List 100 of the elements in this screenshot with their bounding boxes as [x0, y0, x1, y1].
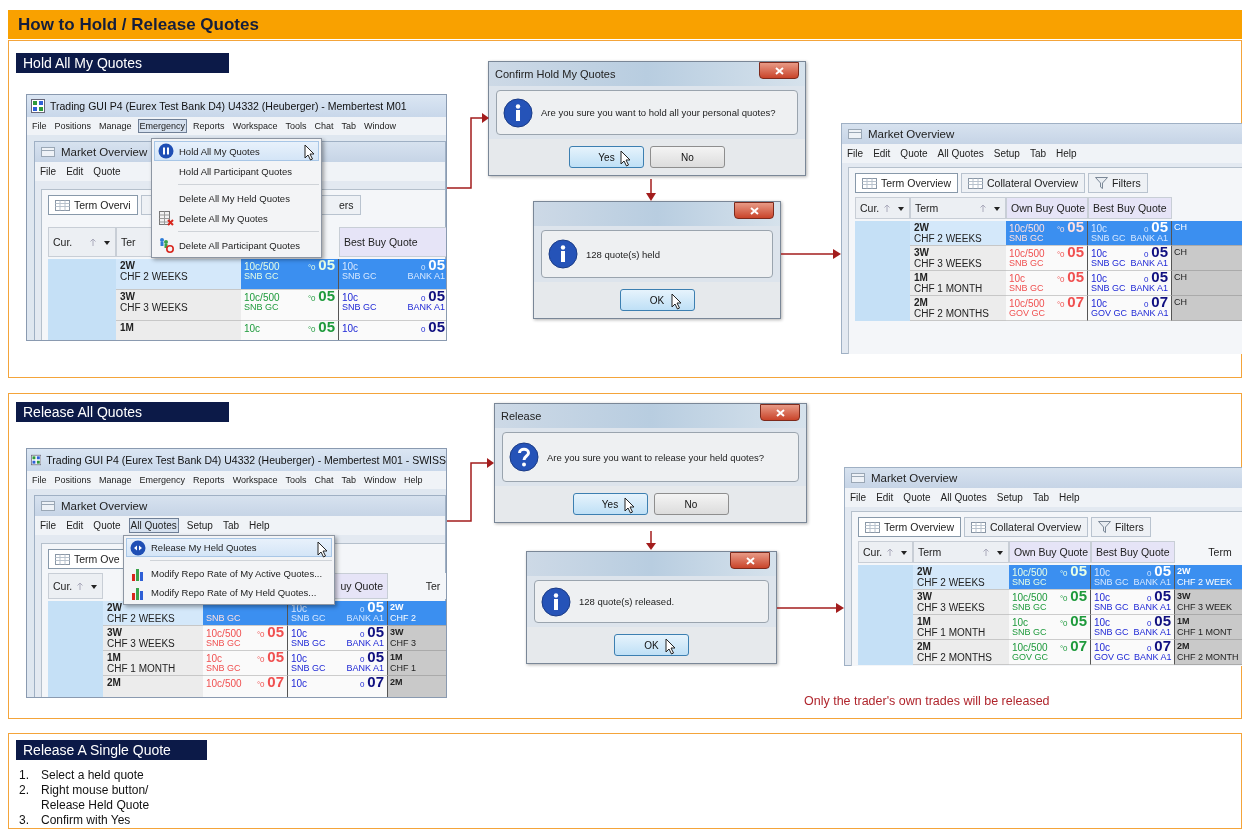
term-cell[interactable]: 2M CHF 2 MONTHS [913, 640, 1009, 665]
menu-item[interactable]: Delete All Participant Quotes [154, 235, 319, 255]
term-cell[interactable]: 3W CHF 3 WEEKS [116, 290, 241, 321]
column-header[interactable]: Cur. [48, 227, 116, 257]
menu-item[interactable]: Emergency [137, 473, 188, 487]
menu-item[interactable]: Delete All My Quotes [154, 208, 319, 228]
tab[interactable]: Term Overvi [48, 195, 138, 215]
menu-item[interactable]: All Quotes [128, 518, 179, 533]
menu-item[interactable]: Help [247, 518, 272, 533]
term-cell[interactable]: 1M CHF 1 MONTH [910, 271, 1006, 296]
menu-item[interactable]: Window [362, 473, 399, 487]
menu-item[interactable]: File [30, 119, 49, 133]
menu-item[interactable]: Setup [994, 490, 1025, 505]
term-cell[interactable]: 3W CHF 3 WEEKS [910, 246, 1006, 271]
quote-cell[interactable]: 10c 0 05 [339, 321, 446, 340]
quote-cell[interactable]: 10c 0 07 [288, 676, 388, 697]
dialog-button[interactable]: OK [619, 289, 695, 311]
menu-item[interactable]: Tab [339, 473, 359, 487]
column-header[interactable]: Best Buy Quote [1091, 541, 1175, 563]
menu-item[interactable]: Setup [991, 146, 1022, 161]
dialog-button[interactable]: No [650, 146, 725, 168]
quote-cell[interactable]: 10c 0 05 SNB GC BANK A1 [1091, 590, 1175, 615]
term-cell[interactable]: 2W CHF 2 WEEKS [910, 221, 1006, 246]
menu-item[interactable]: Positions [52, 473, 94, 487]
quote-cell[interactable]: 10c °0 05 [241, 321, 339, 340]
term-cell[interactable]: 2W CHF 2 WEEKS [913, 565, 1009, 590]
menu-item[interactable]: Quote [901, 490, 933, 505]
column-header[interactable]: Own Buy Quote [1006, 197, 1088, 219]
menu-item[interactable]: File [845, 146, 866, 161]
menu-item[interactable]: Chat [312, 473, 336, 487]
close-button[interactable] [730, 552, 770, 569]
menu-item[interactable]: Hold All My Quotes [154, 141, 319, 161]
menu-item[interactable]: All Quotes [935, 146, 986, 161]
menu-item[interactable]: Tab [220, 518, 241, 533]
menu-item[interactable]: Positions [52, 119, 94, 133]
menu-item[interactable]: Workspace [230, 473, 280, 487]
term-cell[interactable]: 2M CHF 2 MONTHS [910, 296, 1006, 321]
menu-item[interactable]: All Quotes [938, 490, 989, 505]
quote-cell[interactable]: 10c 0 05 SNB GC BANK A1 [1091, 615, 1175, 640]
dialog-button[interactable]: OK [614, 634, 689, 656]
menu-item[interactable]: Edit [64, 518, 86, 533]
tab[interactable]: Filters [1088, 173, 1148, 193]
quote-cell[interactable]: 10c °0 05 SNB GC [203, 651, 288, 676]
column-header[interactable]: Own Buy Quote [1009, 541, 1091, 563]
menu-item[interactable]: File [848, 490, 869, 505]
quote-cell[interactable]: 10c/500 °0 05 SNB GC [241, 290, 339, 321]
dialog-button[interactable]: Yes [572, 493, 648, 515]
quote-cell[interactable]: 10c/500 °0 05 SNB GC [1009, 590, 1091, 615]
menu-item[interactable]: Release My Held Quotes [126, 538, 332, 557]
menu-item[interactable]: Setup [184, 518, 215, 533]
menu-item[interactable]: Quote [898, 146, 930, 161]
tab[interactable]: Term Overview [858, 517, 961, 537]
menu-item[interactable]: File [30, 473, 49, 487]
term-cell[interactable]: 1M CHF 1 MONTH [103, 651, 203, 676]
tab[interactable]: Collateral Overview [964, 517, 1089, 537]
close-button[interactable] [760, 404, 800, 421]
close-button[interactable] [759, 62, 799, 79]
menu-item[interactable]: Tab [1030, 490, 1051, 505]
column-header[interactable]: Best Buy Quote [1088, 197, 1172, 219]
quote-cell[interactable]: 10c/500 °0 05 SNB GC [203, 626, 288, 651]
term-cell[interactable]: 1M CHF 1 MONTH [913, 615, 1009, 640]
menu-item[interactable]: Quote [91, 518, 123, 533]
menu-item[interactable]: Hold All Participant Quotes [154, 161, 319, 181]
menu-item[interactable]: Tab [339, 119, 359, 133]
menu-item[interactable]: File [38, 518, 59, 533]
menu-item[interactable]: Quote [91, 164, 123, 179]
quote-cell[interactable]: 10c/500 °0 05 SNB GC [1006, 246, 1088, 271]
quote-cell[interactable]: 10c/500 °0 07 GOV GC [1006, 296, 1088, 321]
menu-item[interactable]: Reports [191, 473, 227, 487]
menu-item[interactable]: Help [1054, 146, 1079, 161]
quote-cell[interactable]: 10c 0 05 SNB GC BANK A1 [1088, 246, 1172, 271]
quote-cell[interactable]: 10c 0 07 GOV GC BANK A1 [1088, 296, 1172, 321]
quote-cell[interactable]: 10c/500 °0 07 [203, 676, 288, 697]
quote-cell[interactable]: 10c °0 05 SNB GC [1006, 271, 1088, 296]
term-cell[interactable]: 1M [116, 321, 241, 340]
tab[interactable]: Term Overview [855, 173, 958, 193]
dialog-button[interactable]: No [653, 493, 729, 515]
menu-item[interactable]: Tools [283, 119, 309, 133]
column-header[interactable]: Term [910, 197, 1006, 219]
menu-item[interactable]: Chat [312, 119, 336, 133]
term-cell[interactable]: 3W CHF 3 WEEKS [913, 590, 1009, 615]
menu-item[interactable]: Workspace [230, 119, 280, 133]
term-cell[interactable]: 2M [103, 676, 203, 697]
column-header[interactable]: Term [913, 541, 1009, 563]
menu-item[interactable]: Tools [283, 473, 309, 487]
menu-item[interactable]: Manage [97, 473, 134, 487]
menu-item[interactable]: Manage [97, 119, 134, 133]
quote-cell[interactable]: 10c 0 07 GOV GC BANK A1 [1091, 640, 1175, 665]
term-cell[interactable]: 3W CHF 3 WEEKS [103, 626, 203, 651]
quote-cell[interactable]: 10c 0 05 SNB GC BANK A1 [288, 651, 388, 676]
dialog-button[interactable]: Yes [569, 146, 644, 168]
quote-cell[interactable]: 10c °0 05 SNB GC [1009, 615, 1091, 640]
quote-cell[interactable]: 10c/500 °0 07 GOV GC [1009, 640, 1091, 665]
menu-item[interactable]: Edit [871, 146, 893, 161]
column-header[interactable]: Cur. [855, 197, 910, 219]
quote-cell[interactable]: 10c 0 05 SNB GC BANK A1 [339, 290, 446, 321]
tab[interactable]: Collateral Overview [961, 173, 1086, 193]
menu-item[interactable]: Help [1057, 490, 1082, 505]
column-header[interactable]: Best Buy Quote [339, 227, 446, 257]
tab[interactable]: Filters [1091, 517, 1151, 537]
